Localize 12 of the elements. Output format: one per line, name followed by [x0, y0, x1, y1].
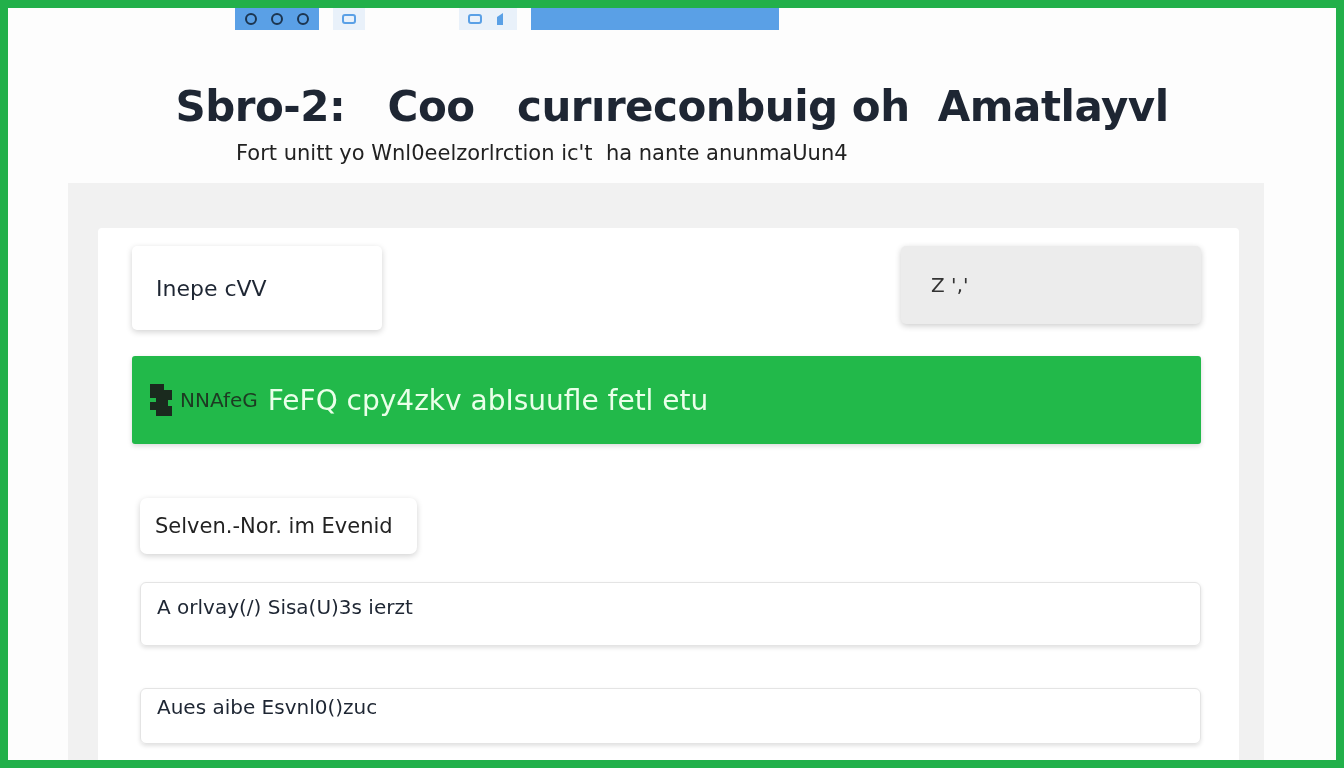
- toolbar-icon[interactable]: [269, 11, 285, 27]
- toolbar-icon[interactable]: [243, 11, 259, 27]
- page-title: Sbro-2: Coo curıreconbuig oh Amatlayvl: [174, 82, 1170, 131]
- banner-label: NNAfeG: [180, 388, 258, 412]
- input-field[interactable]: A orlvay(/) Sisa(U)3s ierzt: [140, 582, 1201, 646]
- event-button[interactable]: Selven.-Nor. im Evenid: [140, 498, 417, 554]
- page-subtitle: Fort unitt yo Wnl0eelzorlrction ic't ha nante anunmaUun4: [236, 141, 849, 165]
- banner-text: FeFQ cpy4zkv abIsuufle fetl etu: [267, 383, 709, 417]
- input-field[interactable]: Inepe cVV: [132, 246, 382, 330]
- input-field[interactable]: Aues aibe Esvnl0()zuc: [140, 688, 1201, 744]
- input-field[interactable]: Z '‚': [901, 246, 1201, 324]
- toolbar-icon[interactable]: [295, 11, 311, 27]
